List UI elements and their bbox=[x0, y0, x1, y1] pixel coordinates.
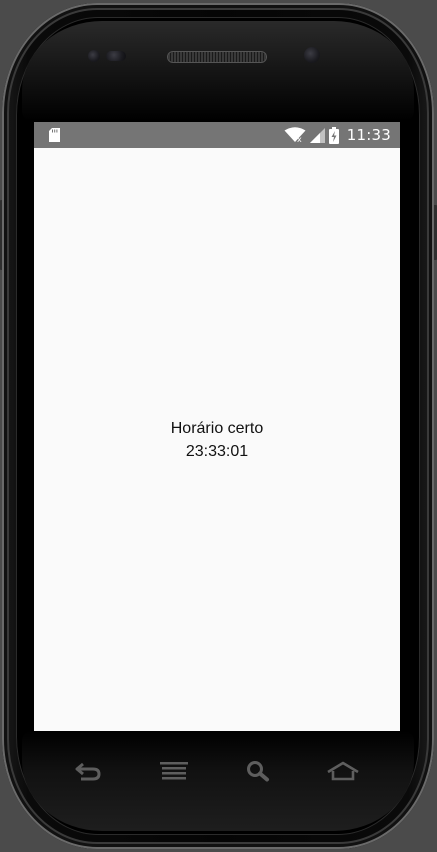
search-button[interactable] bbox=[240, 756, 276, 786]
app-content: Horário certo 23:33:01 bbox=[34, 148, 400, 731]
status-bar: x 11:33 bbox=[34, 122, 400, 148]
status-clock: 11:33 bbox=[346, 126, 391, 144]
emulator-stage: x 11:33 Horário certo 23:33:01 bbox=[0, 0, 437, 852]
home-icon bbox=[327, 761, 359, 781]
wifi-icon: x bbox=[284, 127, 306, 143]
sd-card-icon bbox=[49, 128, 60, 142]
menu-icon bbox=[160, 762, 188, 780]
signal-icon bbox=[309, 127, 325, 143]
front-camera-icon bbox=[304, 47, 320, 63]
phone-top-panel bbox=[22, 21, 414, 121]
svg-text:x: x bbox=[297, 135, 302, 143]
proximity-sensor-icon bbox=[88, 50, 100, 62]
time-label: 23:33:01 bbox=[185, 443, 249, 460]
home-button[interactable] bbox=[324, 756, 362, 786]
light-sensor-icon bbox=[106, 51, 126, 61]
back-icon bbox=[75, 762, 101, 781]
device-screen[interactable]: x 11:33 Horário certo 23:33:01 bbox=[34, 122, 400, 731]
search-icon bbox=[247, 761, 269, 782]
back-button[interactable] bbox=[70, 756, 106, 786]
earpiece-speaker bbox=[168, 52, 266, 62]
menu-button[interactable] bbox=[156, 756, 192, 786]
status-icons: x 11:33 bbox=[284, 122, 391, 148]
battery-icon bbox=[328, 126, 339, 144]
title-label: Horário certo bbox=[170, 420, 264, 437]
